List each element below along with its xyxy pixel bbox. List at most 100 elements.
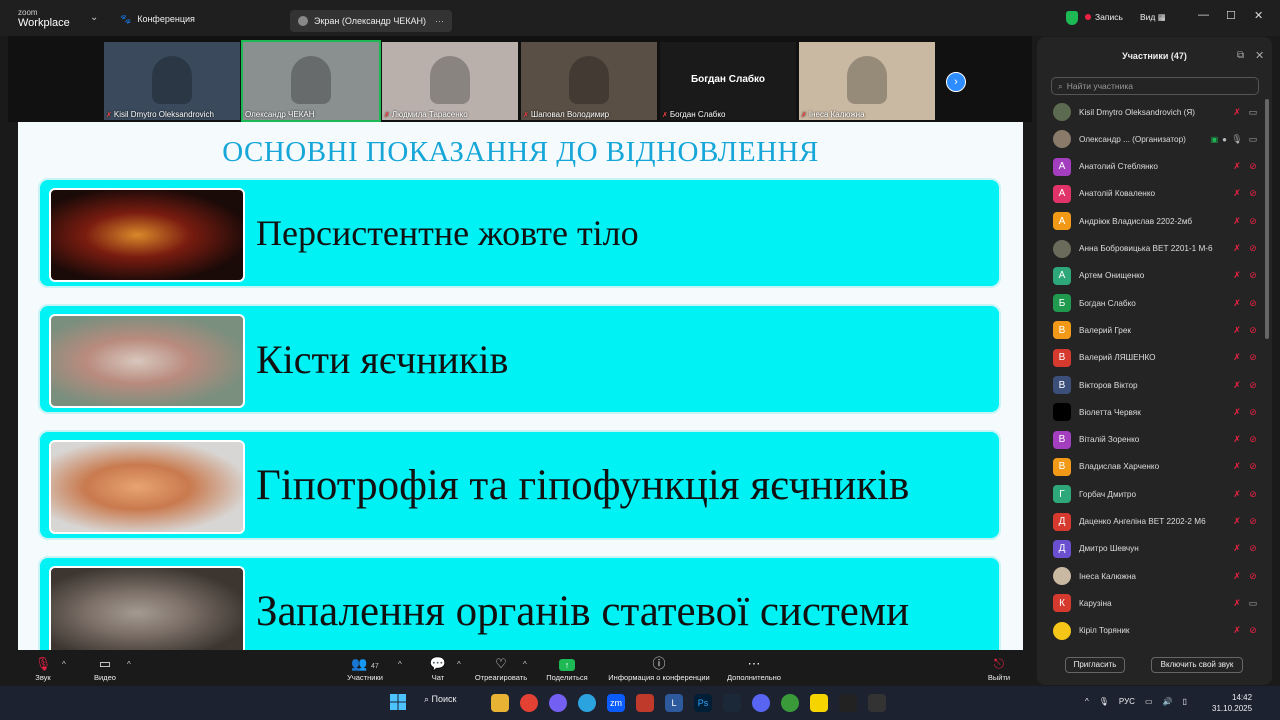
video-label: Видео bbox=[94, 673, 116, 682]
volume-icon[interactable]: 🔊 bbox=[1163, 697, 1173, 706]
participant-row[interactable]: Д Даценко Ангеліна ВЕТ 2202-2 М6 ✗ ⊘ bbox=[1053, 511, 1259, 533]
participant-row[interactable]: А Артем Онищенко ✗ ⊘ bbox=[1053, 265, 1259, 287]
leave-button[interactable]: ⎋ Выйти bbox=[964, 655, 1034, 682]
yellow-app-icon[interactable] bbox=[810, 694, 828, 712]
participant-row[interactable]: Кірiл Торяник ✗ ⊘ bbox=[1053, 620, 1259, 642]
tab-conference[interactable]: 🐾 Конференция bbox=[120, 9, 195, 29]
participants-options-caret[interactable]: ^ bbox=[398, 660, 402, 669]
participant-row[interactable]: Віолетта Червяк ✗ ⊘ bbox=[1053, 401, 1259, 423]
popout-icon[interactable]: ⧉ bbox=[1237, 50, 1244, 61]
shield-icon[interactable] bbox=[1066, 11, 1078, 25]
camera-off-icon: ⊘ bbox=[1249, 406, 1257, 417]
video-thumbnail[interactable]: Олександр ЧЕКАН bbox=[241, 40, 381, 122]
thumbnail-name: ✗ Богдан Слабко bbox=[662, 110, 725, 119]
zoom-icon[interactable]: zm bbox=[607, 694, 625, 712]
avatar: В bbox=[1053, 348, 1071, 367]
app-icon[interactable] bbox=[636, 694, 654, 712]
language-indicator[interactable]: РУС bbox=[1119, 697, 1135, 706]
chat-button[interactable]: 💬 Чат bbox=[403, 655, 473, 682]
video-thumbnail[interactable]: Богдан Слабко ✗ Богдан Слабко bbox=[660, 42, 796, 120]
share-button[interactable]: ↑ Поделиться bbox=[532, 655, 602, 682]
controller-icon[interactable] bbox=[868, 694, 886, 712]
video-options-caret[interactable]: ^ bbox=[127, 660, 131, 669]
indication-text: Запалення органів статевої системи bbox=[256, 587, 910, 635]
video-thumbnail[interactable]: ✗ Шаповал Володимир bbox=[521, 42, 657, 120]
participant-name: Горбач Дмитро bbox=[1079, 489, 1137, 499]
video-thumbnail[interactable]: ✗ Людмила Тарасенко bbox=[382, 42, 518, 120]
chrome-icon[interactable] bbox=[520, 694, 538, 712]
participant-row[interactable]: Інеса Калюжна ✗ ⊘ bbox=[1053, 565, 1259, 587]
viber-icon[interactable] bbox=[549, 694, 567, 712]
clock-time: 14:42 bbox=[1232, 693, 1253, 702]
participants-count: 47 bbox=[371, 663, 379, 670]
participant-row[interactable]: В Вікторов Віктор ✗ ⊘ bbox=[1053, 374, 1259, 396]
avatar: В bbox=[1053, 457, 1071, 476]
participant-row[interactable]: А Анатолій Коваленко ✗ ⊘ bbox=[1053, 183, 1259, 205]
participant-row[interactable]: Kisil Dmytro Oleksandrovich (Я) ✗ ▭ bbox=[1053, 101, 1259, 123]
avatar: А bbox=[1053, 184, 1071, 203]
people-icon: 👥 47 bbox=[351, 656, 379, 671]
more-button[interactable]: ⋯ Дополнительно bbox=[719, 655, 789, 682]
photoshop-icon[interactable]: Ps bbox=[694, 694, 712, 712]
participant-row[interactable]: Б Богдан Слабко ✗ ⊘ bbox=[1053, 292, 1259, 314]
participants-button[interactable]: 👥 47 Участники bbox=[330, 655, 400, 682]
participant-row[interactable]: В Валерий Грек ✗ ⊘ bbox=[1053, 319, 1259, 341]
chat-options-caret[interactable]: ^ bbox=[457, 660, 461, 669]
telegram-icon[interactable] bbox=[578, 694, 596, 712]
maximize-icon[interactable]: ☐ bbox=[1226, 9, 1236, 22]
tab-screen-share[interactable]: Экран (Олександр ЧЕКАН) ⋯ bbox=[290, 10, 452, 32]
participant-row[interactable]: Анна Бобровицька ВЕТ 2201-1 М-6 ✗ ⊘ bbox=[1053, 238, 1259, 260]
mic-muted-icon: ✗ bbox=[1233, 406, 1241, 417]
clock[interactable]: 14:42 31.10.2025 bbox=[1212, 692, 1252, 714]
participant-row[interactable]: Д Дмитро Шевчун ✗ ⊘ bbox=[1053, 538, 1259, 560]
system-tray[interactable]: ^ 🎙 РУС ▭ 🔊 ▯ bbox=[1085, 697, 1187, 706]
l-app-icon[interactable]: L bbox=[665, 694, 683, 712]
video-thumbnail[interactable]: ✗ Kisil Dmytro Oleksandrovich bbox=[104, 42, 240, 120]
audio-button[interactable]: 🎙 Звук bbox=[8, 655, 78, 682]
search-participant-input[interactable]: ⌕ Найти участника bbox=[1051, 77, 1259, 95]
avatar: Б bbox=[1053, 294, 1071, 313]
view-button[interactable]: Вид ▦ bbox=[1140, 12, 1166, 23]
video-feed bbox=[847, 56, 887, 104]
tab-screen-label: Экран (Олександр ЧЕКАН) bbox=[314, 16, 427, 26]
participant-row[interactable]: В Владислав Харченко ✗ ⊘ bbox=[1053, 456, 1259, 478]
video-thumbnail[interactable]: ✗ Інеса Калюжна bbox=[799, 42, 935, 120]
participant-row[interactable]: В Валерий ЛЯШЕНКО ✗ ⊘ bbox=[1053, 347, 1259, 369]
mic-muted-icon: ✗ bbox=[1233, 297, 1241, 308]
close-panel-icon[interactable]: ✕ bbox=[1255, 49, 1264, 62]
discord-icon[interactable] bbox=[752, 694, 770, 712]
next-page-button[interactable]: › bbox=[946, 72, 966, 92]
minimize-icon[interactable]: — bbox=[1198, 9, 1209, 21]
react-options-caret[interactable]: ^ bbox=[523, 660, 527, 669]
windows-start-icon[interactable] bbox=[390, 694, 406, 710]
chevron-up-icon[interactable]: ^ bbox=[1085, 697, 1089, 706]
participant-row[interactable]: Г Горбач Дмитро ✗ ⊘ bbox=[1053, 483, 1259, 505]
invite-button[interactable]: Пригласить bbox=[1065, 657, 1125, 673]
more-icon[interactable]: ⋯ bbox=[435, 16, 444, 27]
record-button[interactable]: Запись bbox=[1085, 12, 1123, 22]
close-icon[interactable]: ✕ bbox=[1254, 9, 1263, 22]
participant-row[interactable]: А Андрiюк Владислав 2202-2мб ✗ ⊘ bbox=[1053, 210, 1259, 232]
audio-options-caret[interactable]: ^ bbox=[62, 660, 66, 669]
participant-row[interactable]: К Карузіна ✗ ▭ bbox=[1053, 592, 1259, 614]
meeting-info-button[interactable]: ⓘ Информация о конференции bbox=[604, 655, 714, 682]
participants-panel: Участники (47) ⧉ ✕ ⌕ Найти участника Kis… bbox=[1037, 37, 1272, 685]
chevron-down-icon[interactable]: ⌄ bbox=[90, 12, 98, 23]
unmute-self-button[interactable]: Включить свой звук bbox=[1151, 657, 1243, 673]
camera-off-icon: ⊘ bbox=[1249, 161, 1257, 172]
chat-label: Чат bbox=[431, 673, 445, 682]
utorrent-icon[interactable] bbox=[781, 694, 799, 712]
battery-icon[interactable]: ▯ bbox=[1182, 697, 1186, 706]
file-explorer-icon[interactable] bbox=[491, 694, 509, 712]
game-app-icon[interactable] bbox=[839, 694, 857, 712]
scrollbar[interactable] bbox=[1265, 99, 1269, 339]
network-icon[interactable]: ▭ bbox=[1145, 697, 1153, 706]
microphone-icon[interactable]: 🎙 bbox=[1099, 697, 1109, 706]
participant-row[interactable]: В Віталій Зоренко ✗ ⊘ bbox=[1053, 429, 1259, 451]
participant-row[interactable]: Олександр ... (Организатор) ▣ ● 🎙 ▭ bbox=[1053, 128, 1259, 150]
camera-off-icon: ⊘ bbox=[1249, 324, 1257, 335]
avatar: А bbox=[1053, 266, 1071, 285]
taskbar-search[interactable]: ⌕ Поиск bbox=[424, 694, 457, 705]
participant-row[interactable]: А Анатолий Стеблянко ✗ ⊘ bbox=[1053, 156, 1259, 178]
steam-icon[interactable] bbox=[723, 694, 741, 712]
